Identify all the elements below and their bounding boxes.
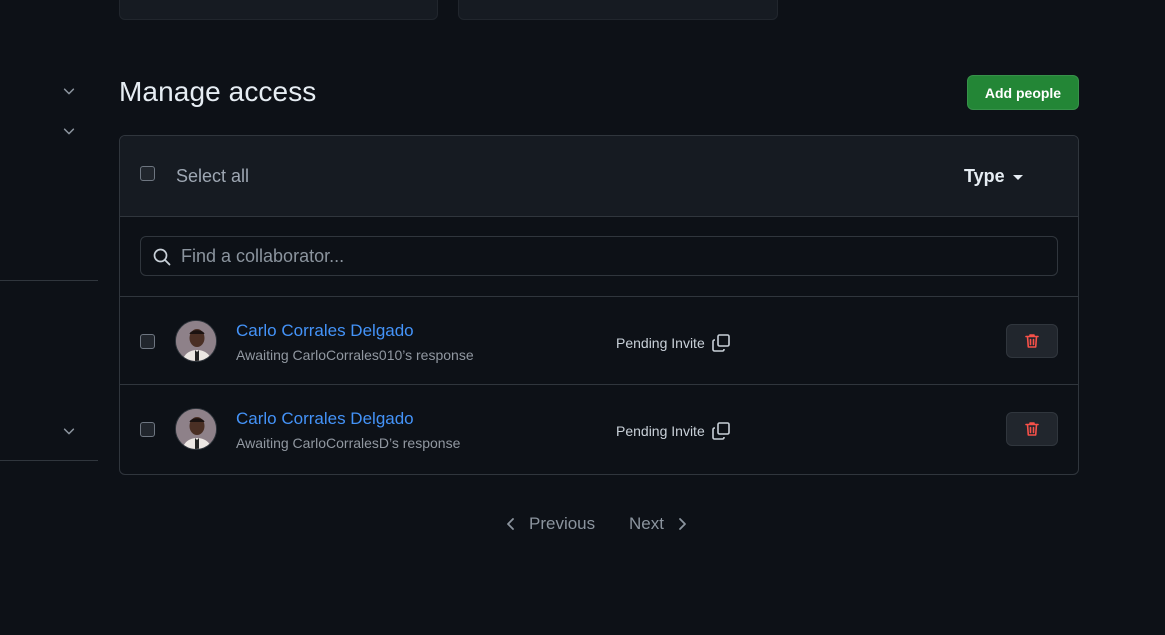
collaborator-status-text: Awaiting CarloCorralesD’s response (236, 435, 461, 451)
search-row (120, 217, 1078, 297)
top-card-right (458, 0, 778, 20)
remove-collaborator-button[interactable] (1006, 324, 1058, 358)
previous-page-button[interactable]: Previous (505, 514, 595, 534)
collaborator-row: Carlo Corrales Delgado Awaiting CarloCor… (120, 297, 1078, 385)
avatar (175, 320, 217, 362)
chevron-left-icon (507, 518, 514, 530)
add-people-button[interactable]: Add people (967, 75, 1079, 110)
top-card-left (119, 0, 438, 20)
row-checkbox[interactable] (140, 334, 155, 349)
type-filter-dropdown[interactable]: Type (964, 166, 1023, 187)
sidebar-chevron-down-icon[interactable] (61, 83, 77, 99)
sidebar-divider (0, 280, 98, 281)
chevron-right-icon (679, 518, 686, 530)
caret-down-icon (1012, 175, 1023, 180)
sidebar-chevron-down-icon[interactable] (61, 423, 77, 439)
sidebar-divider (0, 460, 98, 461)
collaborator-row: Carlo Corrales Delgado Awaiting CarloCor… (120, 385, 1078, 473)
panel-header: Select all Type (120, 136, 1078, 217)
row-checkbox[interactable] (140, 422, 155, 437)
collaborators-panel: Select all Type Carlo Corrales De (119, 135, 1079, 475)
search-box[interactable] (140, 236, 1058, 276)
search-icon (153, 248, 171, 266)
invite-status-label: Pending Invite (616, 335, 705, 351)
invite-status: Pending Invite (616, 333, 731, 353)
invite-status: Pending Invite (616, 421, 731, 441)
sidebar-chevron-down-icon[interactable] (61, 123, 77, 139)
remove-collaborator-button[interactable] (1006, 412, 1058, 446)
next-label: Next (629, 514, 664, 533)
search-input[interactable] (181, 237, 1041, 275)
select-all-checkbox[interactable] (140, 166, 155, 181)
previous-label: Previous (529, 514, 596, 533)
copy-icon[interactable] (711, 421, 731, 441)
next-page-button[interactable]: Next (629, 514, 688, 534)
copy-icon[interactable] (711, 333, 731, 353)
collaborator-name-link[interactable]: Carlo Corrales Delgado (236, 321, 414, 341)
trash-icon (1025, 334, 1039, 348)
type-filter-label: Type (964, 166, 1005, 186)
collaborator-name-link[interactable]: Carlo Corrales Delgado (236, 409, 414, 429)
pagination: Previous Next (0, 514, 1165, 538)
select-all-label: Select all (176, 166, 250, 186)
avatar (175, 408, 217, 450)
collaborator-status-text: Awaiting CarloCorrales010’s response (236, 347, 474, 363)
page-title: Manage access (119, 76, 317, 107)
trash-icon (1025, 422, 1039, 436)
invite-status-label: Pending Invite (616, 423, 705, 439)
